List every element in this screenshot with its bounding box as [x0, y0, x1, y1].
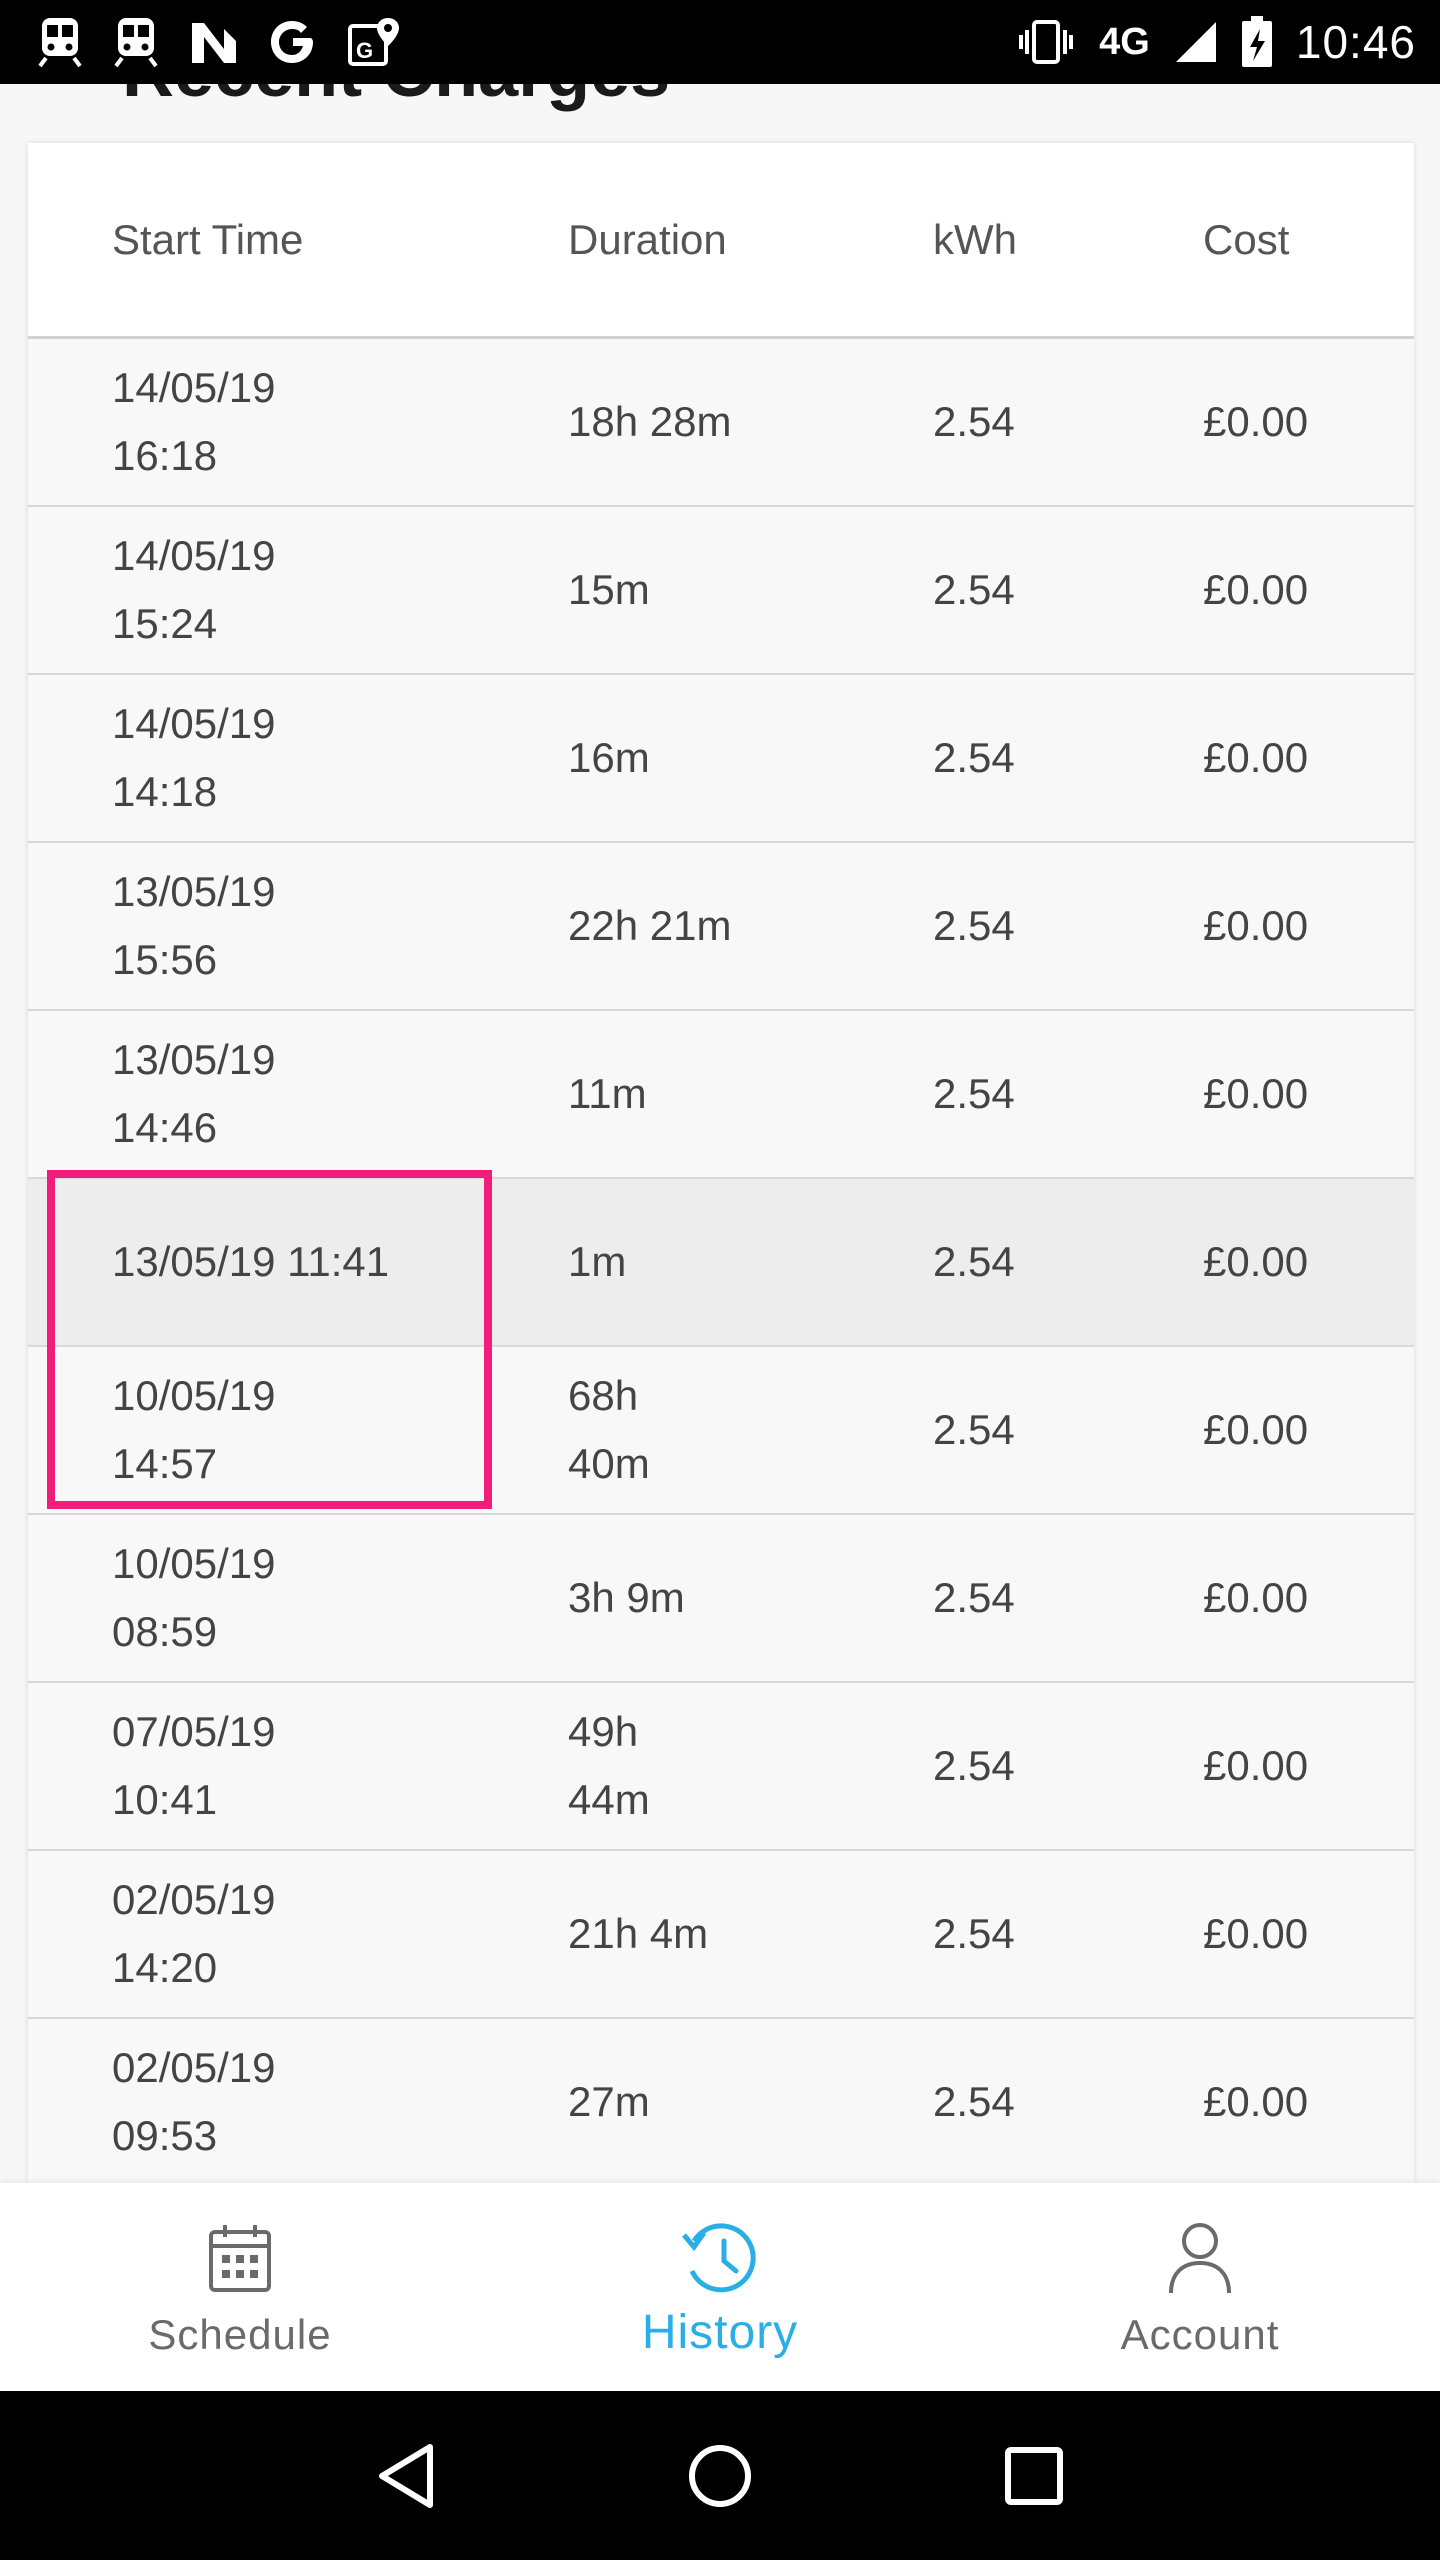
start-time-cell: 14/05/19 14:18 [112, 700, 276, 815]
start-time-cell: 02/05/19 14:20 [112, 1876, 276, 1991]
clock: 10:46 [1295, 16, 1416, 68]
bottom-nav: Schedule History Account [0, 2183, 1440, 2391]
train-icon [112, 16, 160, 68]
kwh-cell: 2.54 [933, 1574, 1015, 1621]
start-time-cell: 02/05/19 09:53 [112, 2044, 276, 2159]
battery-icon [1240, 15, 1274, 69]
cost-cell: £0.00 [1203, 1070, 1309, 1117]
back-icon[interactable] [376, 2443, 436, 2509]
duration-cell: 15m [568, 566, 650, 613]
google-icon [268, 17, 318, 67]
table-row[interactable]: 14/05/19 14:18 16m 2.54 £0.00 [28, 675, 1414, 843]
train-icon [36, 16, 84, 68]
start-time-cell: 14/05/19 15:24 [112, 532, 276, 647]
kwh-cell: 2.54 [933, 1742, 1015, 1789]
table-row[interactable]: 07/05/19 10:41 49h 44m 2.54 £0.00 [28, 1683, 1414, 1851]
duration-cell: 11m [568, 1070, 647, 1117]
duration-cell: 1m [568, 1238, 627, 1285]
kwh-cell: 2.54 [933, 1406, 1015, 1453]
system-nav-bar [0, 2391, 1440, 2560]
cost-cell: £0.00 [1203, 1742, 1309, 1789]
duration-cell: 68h 40m [568, 1372, 650, 1487]
cost-cell: £0.00 [1203, 734, 1309, 781]
nav-history[interactable]: History [480, 2183, 960, 2391]
history-icon [680, 2213, 760, 2303]
table-row[interactable]: 02/05/19 14:20 21h 4m 2.54 £0.00 [28, 1851, 1414, 2019]
maps-icon: G [346, 16, 402, 68]
kwh-cell: 2.54 [933, 2078, 1015, 2125]
cost-cell: £0.00 [1203, 566, 1309, 613]
kwh-cell: 2.54 [933, 902, 1015, 949]
notification-icons: G [36, 16, 430, 68]
table-header: Start Time Duration kWh Cost [28, 143, 1414, 339]
table-row[interactable]: 13/05/19 14:46 11m 2.54 £0.00 [28, 1011, 1414, 1179]
kwh-cell: 2.54 [933, 1910, 1015, 1957]
header-start-time: Start Time [112, 215, 304, 263]
calendar-icon [208, 2213, 272, 2303]
kwh-cell: 2.54 [933, 1070, 1015, 1117]
start-time-cell: 10/05/19 08:59 [112, 1540, 276, 1655]
duration-cell: 49h 44m [568, 1708, 650, 1823]
annotation-highlight-box [47, 1170, 492, 1509]
table-row[interactable]: 02/05/19 09:53 27m 2.54 £0.00 [28, 2019, 1414, 2183]
kwh-cell: 2.54 [933, 1238, 1015, 1285]
duration-cell: 21h 4m [568, 1910, 709, 1957]
duration-cell: 16m [568, 734, 650, 781]
start-time-cell: 14/05/19 16:18 [112, 364, 276, 479]
start-time-cell: 07/05/19 10:41 [112, 1708, 276, 1823]
table-row[interactable]: 14/05/19 15:24 15m 2.54 £0.00 [28, 507, 1414, 675]
vibrate-icon [1015, 18, 1077, 66]
kwh-cell: 2.54 [933, 734, 1015, 781]
cost-cell: £0.00 [1203, 1910, 1309, 1957]
table-row[interactable]: 10/05/19 08:59 3h 9m 2.54 £0.00 [28, 1515, 1414, 1683]
duration-cell: 22h 21m [568, 902, 732, 949]
cost-cell: £0.00 [1203, 2078, 1309, 2125]
home-icon[interactable] [687, 2443, 753, 2509]
network-type: 4G [1099, 20, 1150, 63]
charges-table: Start Time Duration kWh Cost 14/05/19 16… [28, 143, 1414, 2183]
header-cost: Cost [1203, 215, 1290, 263]
svg-text:G: G [356, 38, 373, 63]
start-time-cell: 13/05/19 14:46 [112, 1036, 276, 1151]
cost-cell: £0.00 [1203, 1406, 1309, 1453]
duration-cell: 27m [568, 2078, 650, 2125]
nav-schedule[interactable]: Schedule [0, 2183, 480, 2391]
cost-cell: £0.00 [1203, 902, 1309, 949]
nav-account[interactable]: Account [960, 2183, 1440, 2391]
nav-label: History [641, 2306, 799, 2359]
start-time-cell: 13/05/19 15:56 [112, 868, 276, 983]
nav-label: Schedule [148, 2311, 332, 2358]
nav-label: Account [1120, 2311, 1280, 2358]
cost-cell: £0.00 [1203, 398, 1309, 445]
n-notification-icon [188, 19, 240, 65]
cost-cell: £0.00 [1203, 1238, 1309, 1285]
kwh-cell: 2.54 [933, 398, 1015, 445]
person-icon [1168, 2213, 1232, 2303]
table-row[interactable]: 13/05/19 15:56 22h 21m 2.54 £0.00 [28, 843, 1414, 1011]
status-bar: G 4G 10:46 [0, 0, 1440, 84]
header-duration: Duration [568, 215, 727, 263]
duration-cell: 3h 9m [568, 1574, 685, 1621]
duration-cell: 18h 28m [568, 398, 732, 445]
table-row[interactable]: 14/05/19 16:18 18h 28m 2.54 £0.00 [28, 339, 1414, 507]
signal-icon [1172, 20, 1218, 64]
recents-icon[interactable] [1004, 2446, 1064, 2506]
header-kwh: kWh [933, 215, 1017, 263]
cost-cell: £0.00 [1203, 1574, 1309, 1621]
kwh-cell: 2.54 [933, 566, 1015, 613]
